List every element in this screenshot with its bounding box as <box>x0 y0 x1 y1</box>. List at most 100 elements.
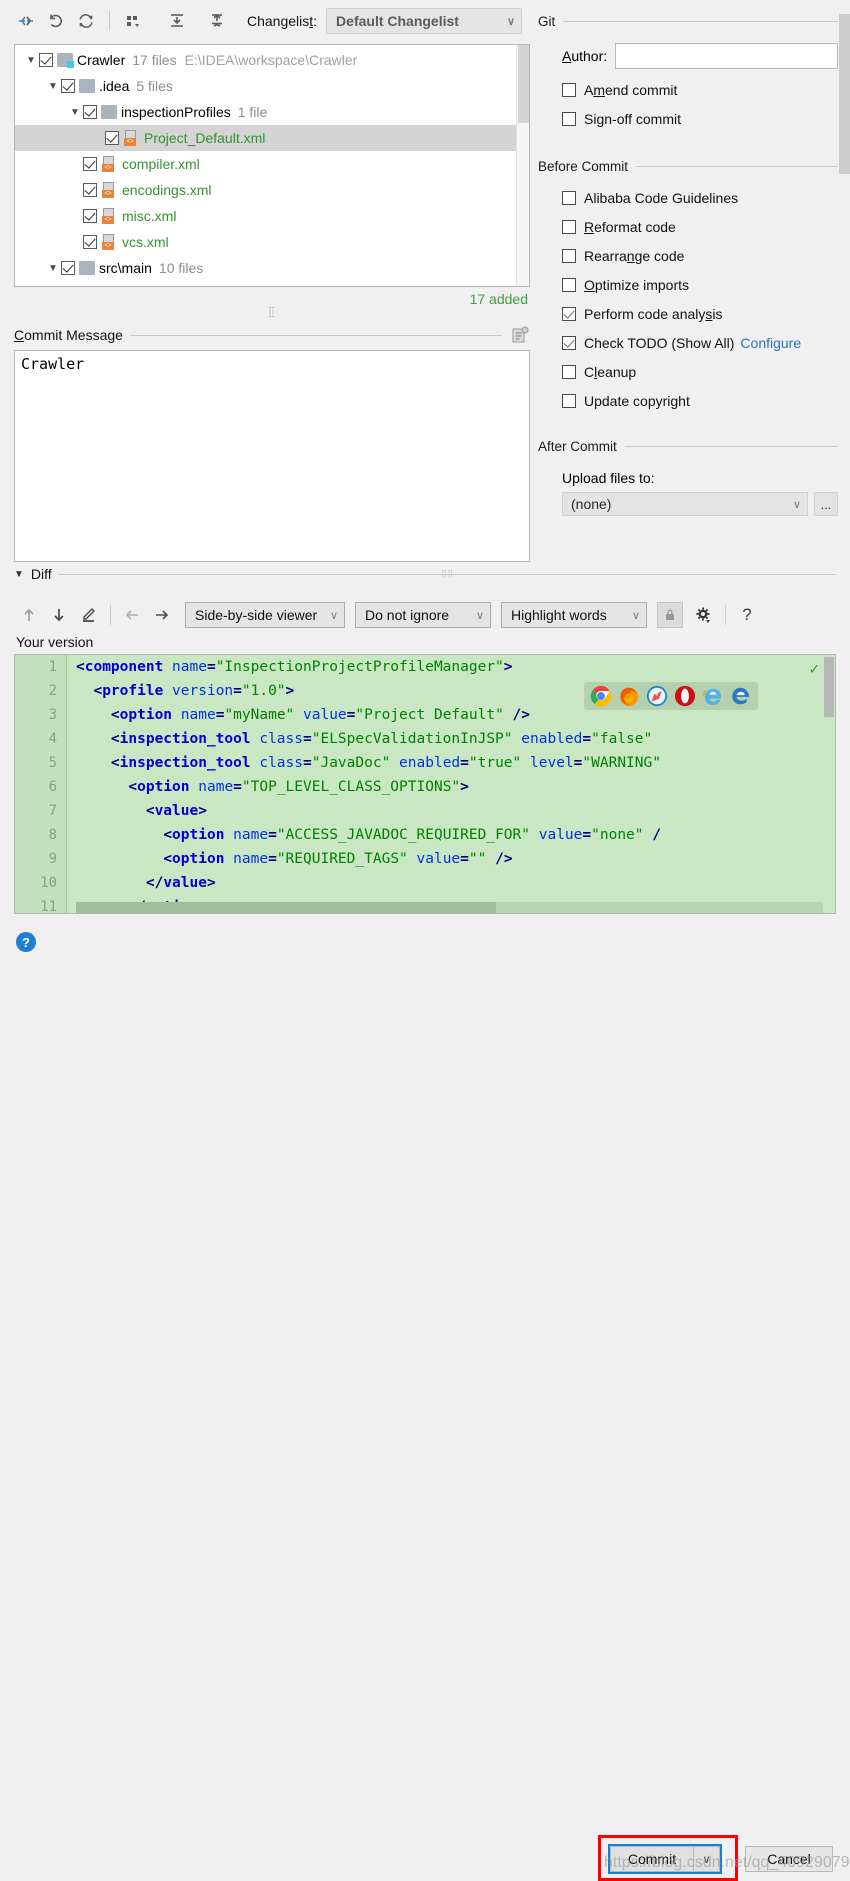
tree-row[interactable]: <> compiler.xml <box>15 151 529 177</box>
tree-scrollbar[interactable] <box>516 45 529 286</box>
tree-row-checkbox[interactable] <box>83 183 97 197</box>
browser-icons-overlay <box>584 682 758 710</box>
divider <box>563 21 838 22</box>
configure-link[interactable]: Configure <box>740 335 801 351</box>
viewer-mode-dropdown[interactable]: Side-by-side viewer ∨ <box>185 602 345 628</box>
tree-row[interactable]: ▼ src\main 10 files <box>15 255 529 281</box>
checkbox-check-todo[interactable] <box>562 335 576 350</box>
tree-row-checkbox[interactable] <box>39 53 53 67</box>
ignore-mode-dropdown[interactable]: Do not ignore ∨ <box>355 602 491 628</box>
tree-row-checkbox[interactable] <box>61 79 75 93</box>
revert-icon[interactable] <box>42 7 70 35</box>
code-vertical-scrollbar[interactable] <box>823 655 835 913</box>
code-line[interactable]: <inspection_tool class="JavaDoc" enabled… <box>76 751 835 775</box>
edit-icon[interactable] <box>74 600 104 630</box>
tree-row[interactable]: ▼ Crawler 17 files E:\IDEA\workspace\Crawle… <box>15 47 529 73</box>
next-difference-icon[interactable] <box>44 600 74 630</box>
collapse-tree-icon[interactable] <box>203 7 231 35</box>
option-row-amend-commit[interactable]: Amend commit <box>538 75 838 104</box>
collapse-caret-icon[interactable]: ▼ <box>14 569 24 580</box>
gear-icon[interactable] <box>689 600 719 630</box>
cancel-button[interactable]: Cancel <box>745 1846 833 1872</box>
commit-button-group[interactable]: Commit ∨ <box>608 1844 722 1874</box>
code-line[interactable]: <option name="ACCESS_JAVADOC_REQUIRED_FO… <box>76 823 835 847</box>
expand-chevron-icon[interactable]: ▼ <box>23 55 39 66</box>
tree-row[interactable]: ▼ .idea 5 files <box>15 73 529 99</box>
tree-row[interactable]: <> encodings.xml <box>15 177 529 203</box>
splitter-grip[interactable]: ⣿⣿ <box>441 569 454 578</box>
tree-row[interactable]: <> misc.xml <box>15 203 529 229</box>
tree-row-checkbox[interactable] <box>83 209 97 223</box>
expand-all-icon[interactable] <box>163 7 191 35</box>
checkbox-perform-code-analysis[interactable] <box>562 306 576 321</box>
code-line[interactable]: <component name="InspectionProjectProfil… <box>76 655 835 679</box>
expand-chevron-icon[interactable]: ▼ <box>67 107 83 118</box>
commit-message-input[interactable]: Crawler <box>14 350 530 562</box>
commit-dropdown-button[interactable]: ∨ <box>694 1846 720 1872</box>
lock-icon[interactable] <box>657 602 683 628</box>
collapse-all-icon[interactable] <box>12 7 40 35</box>
code-line[interactable]: </value> <box>76 871 835 895</box>
option-row-sign-off-commit[interactable]: Sign-off commit <box>538 104 838 133</box>
option-row-rearrange-code[interactable]: Rearrange code <box>538 241 838 270</box>
tree-row-checkbox[interactable] <box>83 105 97 119</box>
option-row-alibaba-code-guidelines[interactable]: Alibaba Code Guidelines <box>538 183 838 212</box>
option-row-check-todo[interactable]: Check TODO (Show All) Configure <box>538 328 838 357</box>
upload-browse-button[interactable]: ... <box>814 492 838 516</box>
group-by-icon[interactable] <box>119 7 147 35</box>
options-scrollbar-thumb[interactable] <box>839 14 850 174</box>
expand-chevron-icon[interactable]: ▼ <box>45 81 61 92</box>
code-line[interactable]: <option name="TOP_LEVEL_CLASS_OPTIONS"> <box>76 775 835 799</box>
changed-files-tree[interactable]: ▼ Crawler 17 files E:\IDEA\workspace\Crawle… <box>14 44 530 287</box>
tree-row[interactable]: <> Project_Default.xml <box>15 125 529 151</box>
accept-left-icon[interactable] <box>117 600 147 630</box>
option-row-cleanup[interactable]: Cleanup <box>538 357 838 386</box>
after-commit-title: After Commit <box>538 439 617 454</box>
label-update-copyright: Update copyright <box>584 392 690 409</box>
folder-icon <box>101 105 117 119</box>
checkbox-reformat-code[interactable] <box>562 219 576 234</box>
upload-target-dropdown[interactable]: (none) ∨ <box>562 492 808 516</box>
code-hscroll-thumb[interactable] <box>76 902 496 913</box>
previous-difference-icon[interactable] <box>14 600 44 630</box>
option-row-update-copyright[interactable]: Update copyright <box>538 386 838 415</box>
accept-right-icon[interactable] <box>147 600 177 630</box>
checkbox-amend-commit[interactable] <box>562 82 576 97</box>
checkbox-update-copyright[interactable] <box>562 393 576 408</box>
code-horizontal-scrollbar[interactable] <box>76 902 823 913</box>
tree-row-checkbox[interactable] <box>105 131 119 145</box>
option-row-optimize-imports[interactable]: Optimize imports <box>538 270 838 299</box>
tree-row-checkbox[interactable] <box>61 261 75 275</box>
code-line[interactable]: <option name="REQUIRED_TAGS" value="" /> <box>76 847 835 871</box>
checkbox-optimize-imports[interactable] <box>562 277 576 292</box>
highlight-mode-dropdown[interactable]: Highlight words ∨ <box>501 602 647 628</box>
tree-row[interactable]: ▼ inspectionProfiles 1 file <box>15 99 529 125</box>
commit-button[interactable]: Commit <box>610 1846 694 1872</box>
help-icon[interactable]: ? <box>16 932 36 952</box>
git-group-title: Git <box>538 14 556 29</box>
changelist-value: Default Changelist <box>336 13 459 29</box>
code-vscroll-thumb[interactable] <box>824 657 834 717</box>
author-input[interactable] <box>615 43 838 69</box>
tree-row-checkbox[interactable] <box>83 157 97 171</box>
checkbox-cleanup[interactable] <box>562 364 576 379</box>
options-scrollbar[interactable] <box>839 14 850 514</box>
refresh-icon[interactable] <box>72 7 100 35</box>
checkbox-rearrange-code[interactable] <box>562 248 576 263</box>
checkbox-alibaba-code-guidelines[interactable] <box>562 190 576 205</box>
tree-scrollbar-thumb[interactable] <box>518 45 529 123</box>
splitter-grip[interactable]: ⣿ <box>14 307 530 319</box>
checkbox-sign-off-commit[interactable] <box>562 111 576 126</box>
expand-chevron-icon[interactable]: ▼ <box>45 263 61 274</box>
option-row-perform-code-analysis[interactable]: Perform code analysis <box>538 299 838 328</box>
before-commit-title: Before Commit <box>538 159 629 174</box>
code-line[interactable]: <value> <box>76 799 835 823</box>
option-row-reformat-code[interactable]: Reformat code <box>538 212 838 241</box>
tree-row-checkbox[interactable] <box>83 235 97 249</box>
diff-section-header[interactable]: ▼ Diff ⣿⣿ <box>14 566 836 582</box>
help-icon[interactable]: ? <box>732 600 762 630</box>
code-line[interactable]: <inspection_tool class="ELSpecValidation… <box>76 727 835 751</box>
commit-message-history-icon[interactable] <box>510 325 530 345</box>
tree-row[interactable]: <> vcs.xml <box>15 229 529 255</box>
changelist-dropdown[interactable]: Default Changelist ∨ <box>326 8 523 34</box>
